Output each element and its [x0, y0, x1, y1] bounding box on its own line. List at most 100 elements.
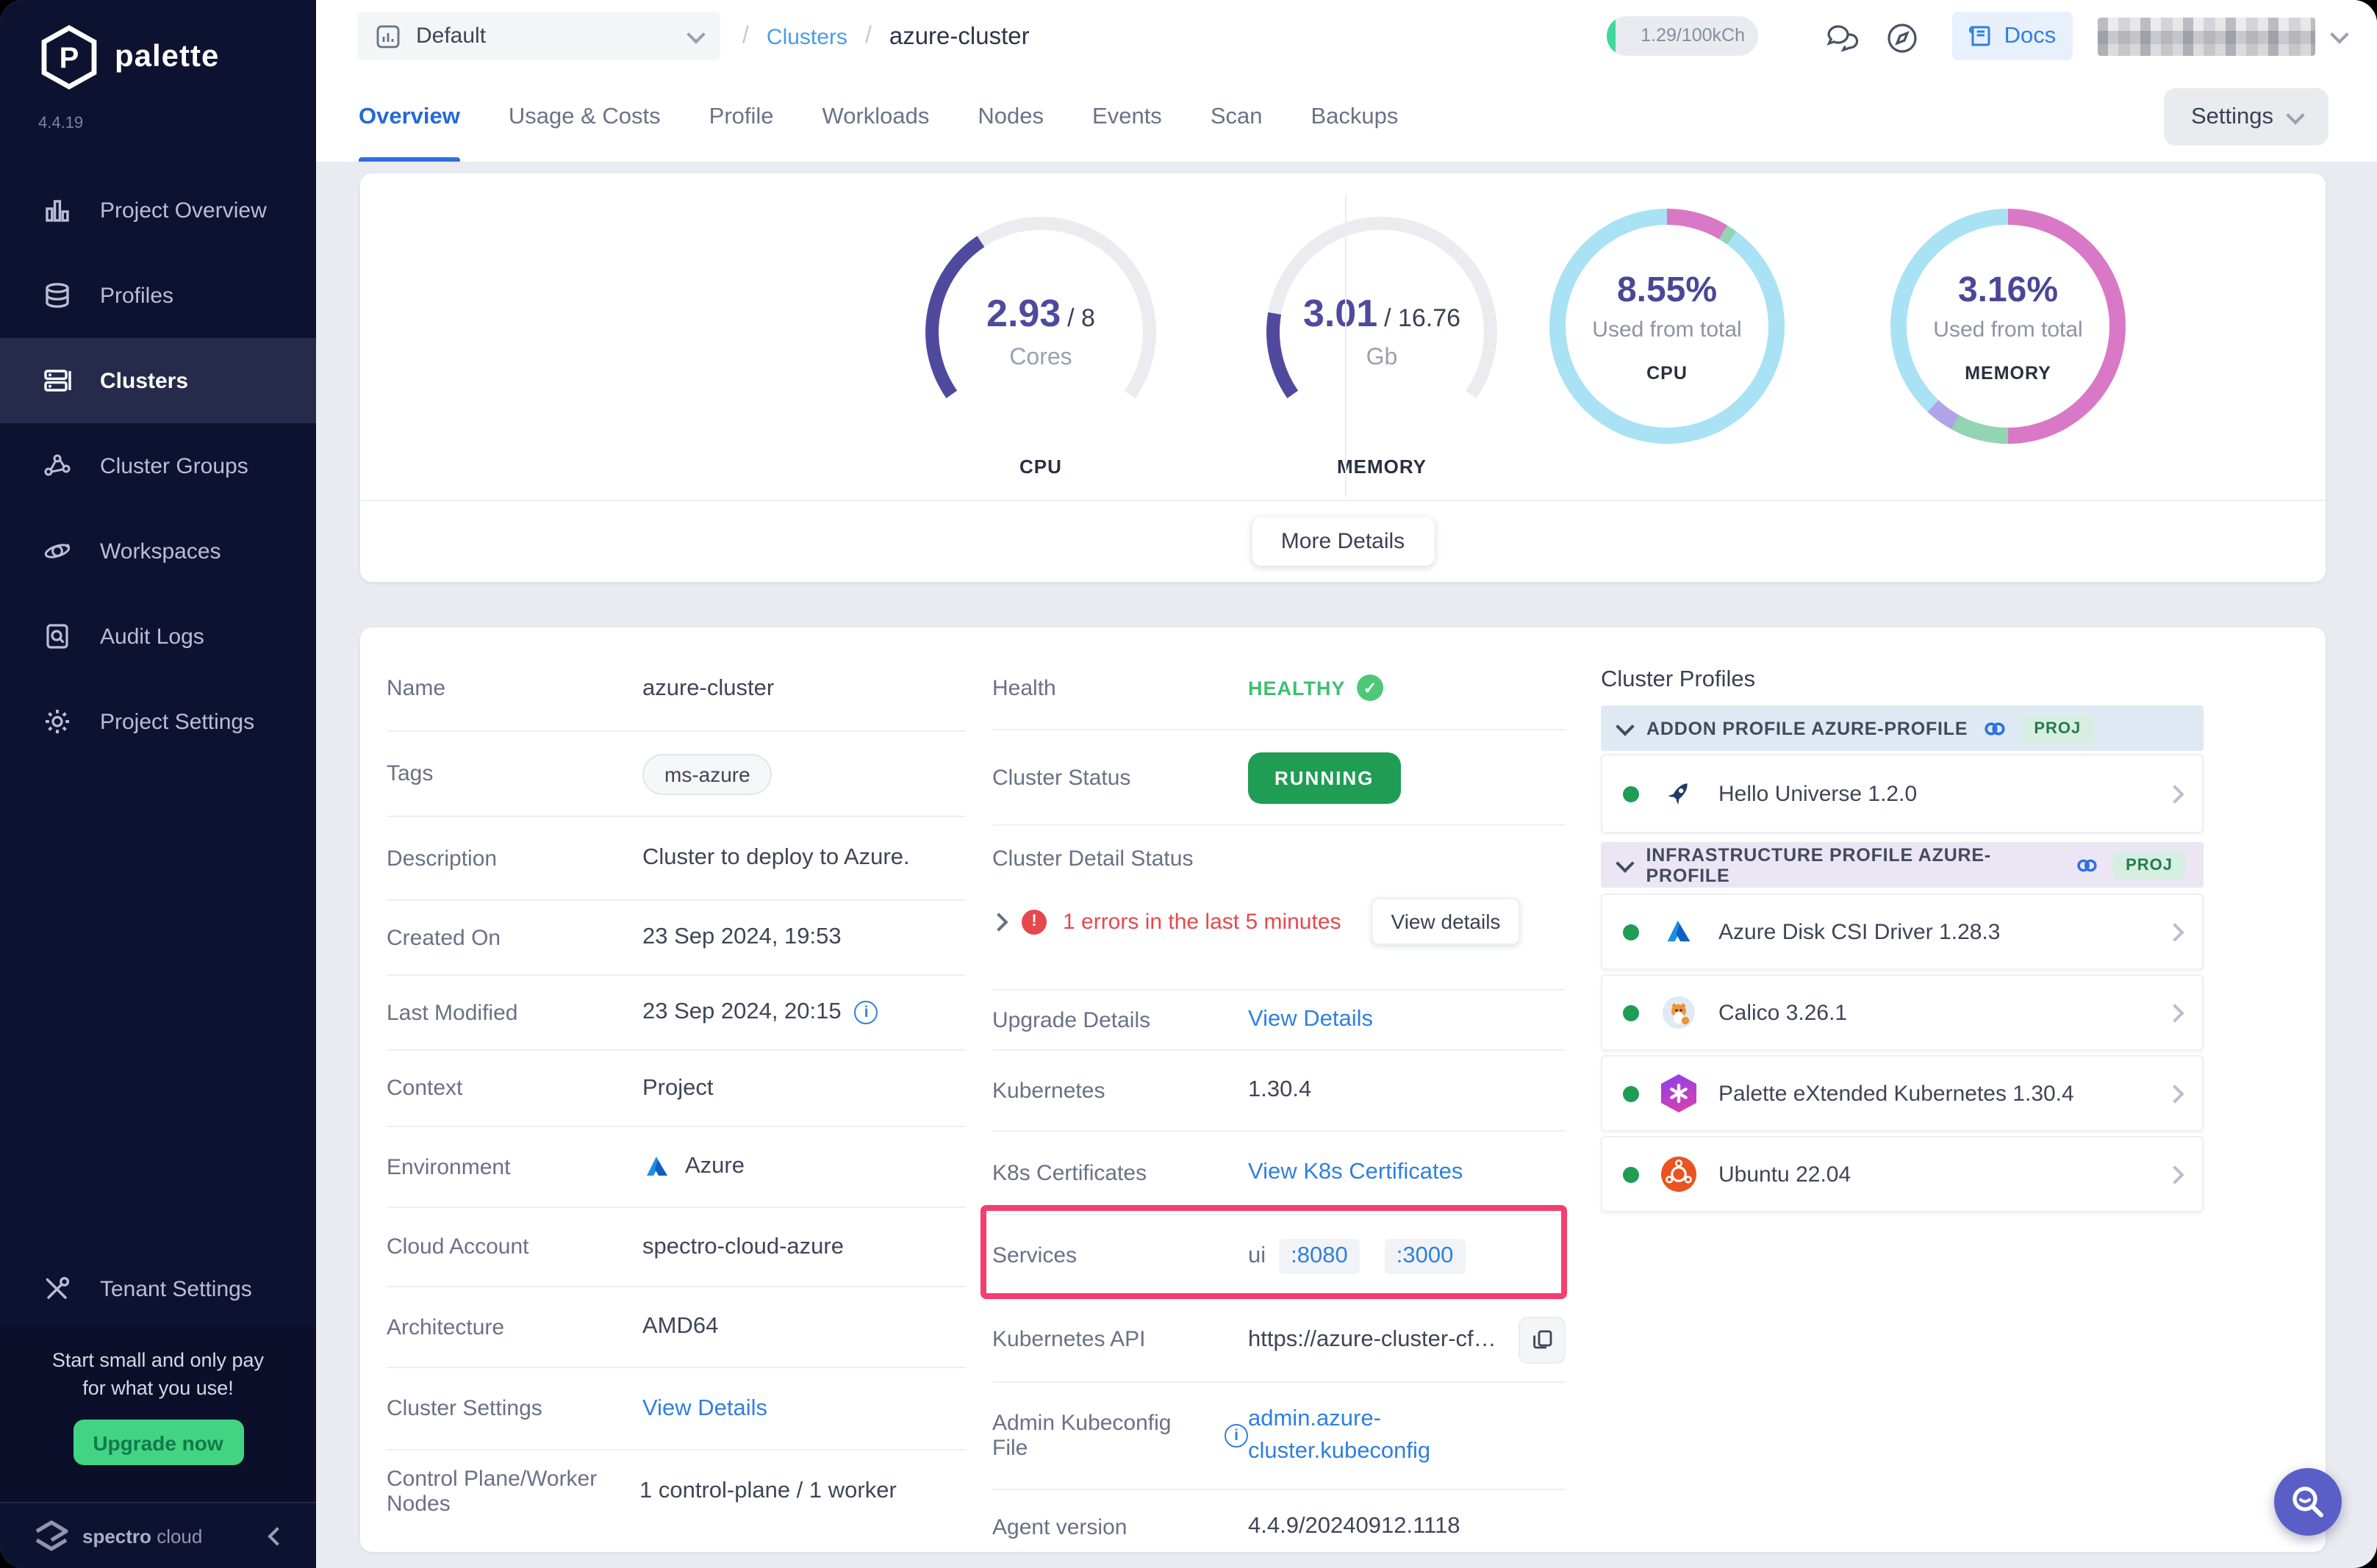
sidebar-item-project-settings[interactable]: Project Settings [0, 679, 316, 764]
expand-errors-icon[interactable] [989, 912, 1008, 930]
profile-item-hello-universe[interactable]: Hello Universe 1.2.0 [1601, 754, 2204, 833]
details-left-column: Name azure-cluster Tags ms-azure Descrip… [387, 647, 966, 1533]
breadcrumb-current: azure-cluster [889, 23, 1030, 51]
sidebar-item-label: Project Settings [100, 709, 254, 734]
upgrade-view-details-link[interactable]: View Details [1248, 1007, 1373, 1033]
sidebar-item-tenant-settings[interactable]: Tenant Settings [0, 1246, 316, 1331]
kubeconfig-file-link[interactable]: admin.azure-cluster.kubeconfig [1248, 1403, 1430, 1468]
service-port-8080-link[interactable]: :8080 [1279, 1238, 1360, 1273]
user-menu[interactable] [2098, 18, 2346, 56]
search-fab-button[interactable] [2274, 1468, 2342, 1536]
tab-usage-costs[interactable]: Usage & Costs [509, 73, 661, 162]
tab-backups[interactable]: Backups [1311, 73, 1399, 162]
profile-item-ubuntu[interactable]: Ubuntu 22.04 [1601, 1136, 2204, 1212]
sidebar-item-label: Tenant Settings [100, 1276, 252, 1301]
chevron-down-icon [2285, 105, 2303, 123]
profile-item-azure-disk-csi[interactable]: Azure Disk CSI Driver 1.28.3 [1601, 893, 2204, 970]
settings-button[interactable]: Settings [2164, 88, 2328, 145]
memory-gauge-total: / 16.76 [1384, 304, 1460, 332]
service-port-3000-link[interactable]: :3000 [1385, 1238, 1466, 1273]
upgrade-promo: Start small and only pay for what you us… [0, 1326, 316, 1502]
tab-scan[interactable]: Scan [1211, 73, 1263, 162]
more-details-button[interactable]: More Details [1252, 517, 1434, 566]
sidebar-footer: spectro cloud [0, 1502, 316, 1568]
info-icon[interactable]: i [1225, 1424, 1248, 1447]
bar-chart-icon [41, 194, 74, 226]
field-label: Cluster Settings [387, 1396, 642, 1421]
field-label: Cloud Account [387, 1234, 642, 1259]
created-value: 23 Sep 2024, 19:53 [642, 924, 842, 951]
user-name-redacted [2098, 18, 2315, 56]
cpu-gauge-unit: Cores [916, 345, 1166, 372]
chevron-right-icon [2165, 1165, 2184, 1183]
compass-icon[interactable] [1883, 19, 1921, 57]
view-error-details-button[interactable]: View details [1372, 898, 1520, 945]
field-label: Context [387, 1076, 642, 1101]
error-icon: ! [1022, 909, 1047, 934]
sidebar-item-workspaces[interactable]: Workspaces [0, 508, 316, 594]
sidebar-item-label: Project Overview [100, 198, 267, 223]
field-label: Environment [387, 1154, 642, 1179]
project-selector[interactable]: Default [357, 12, 720, 60]
tab-nodes[interactable]: Nodes [978, 73, 1044, 162]
sidebar: P palette 4.4.19 Project Overview Profil… [0, 0, 316, 1568]
field-label: Services [992, 1243, 1248, 1268]
memory-gauge-unit: Gb [1257, 345, 1507, 372]
tab-workloads[interactable]: Workloads [822, 73, 930, 162]
running-status-badge[interactable]: RUNNING [1248, 752, 1400, 803]
chat-icon[interactable] [1824, 19, 1862, 57]
copy-icon[interactable] [1519, 1316, 1566, 1363]
tab-profile[interactable]: Profile [709, 73, 774, 162]
sidebar-item-label: Cluster Groups [100, 453, 248, 478]
docs-button[interactable]: Docs [1952, 12, 2073, 60]
profile-item-label: Azure Disk CSI Driver 1.28.3 [1718, 919, 2148, 944]
addon-profile-header[interactable]: ADDON PROFILE AZURE-PROFILE PROJ [1601, 705, 2204, 751]
search-smile-icon [2289, 1483, 2327, 1521]
cluster-detail-status-row: Cluster Detail Status ! 1 errors in the … [992, 824, 1566, 989]
azure-icon [1660, 913, 1698, 951]
collapse-sidebar-icon[interactable] [268, 1526, 286, 1544]
cluster-settings-view-details-link[interactable]: View Details [642, 1395, 767, 1422]
link-icon [1982, 716, 2006, 740]
promo-text: Start small and only pay for what you us… [0, 1346, 316, 1402]
cluster-tabs: Overview Usage & Costs Profile Workloads… [359, 73, 1398, 162]
sidebar-item-label: Clusters [100, 368, 188, 393]
sidebar-item-clusters[interactable]: Clusters [0, 338, 316, 423]
profile-item-pxk[interactable]: Palette eXtended Kubernetes 1.30.4 [1601, 1055, 2204, 1132]
upgrade-now-button[interactable]: Upgrade now [73, 1420, 243, 1465]
sidebar-item-cluster-groups[interactable]: Cluster Groups [0, 423, 316, 508]
tab-overview[interactable]: Overview [359, 73, 460, 162]
cpu-gauge: 2.93 / 8 Cores CPU [916, 215, 1166, 478]
status-dot [1623, 924, 1639, 940]
cluster-profiles-title: Cluster Profiles [1601, 667, 2204, 694]
footer-brand: spectro cloud [82, 1525, 202, 1547]
health-row: Health HEALTHY✓ [992, 647, 1566, 729]
layers-icon [41, 279, 74, 312]
breadcrumb-clusters-link[interactable]: Clusters [767, 24, 847, 49]
profile-item-label: Ubuntu 22.04 [1718, 1162, 2148, 1187]
status-dot [1623, 785, 1639, 802]
chevron-down-icon [1616, 716, 1634, 735]
link-icon [2075, 853, 2098, 877]
tab-events[interactable]: Events [1092, 73, 1162, 162]
context-value: Project [642, 1075, 714, 1101]
info-icon[interactable]: i [855, 1001, 878, 1024]
healthy-check-icon: ✓ [1358, 675, 1384, 701]
status-dot [1623, 1004, 1639, 1021]
sidebar-item-audit-logs[interactable]: Audit Logs [0, 594, 316, 679]
book-icon [1969, 24, 1994, 48]
cloud-account-row: Cloud Account spectro-cloud-azure [387, 1206, 966, 1286]
chevron-down-icon [1616, 853, 1634, 871]
services-row: Services ui :8080 :3000 [992, 1214, 1566, 1296]
view-k8s-certificates-link[interactable]: View K8s Certificates [1248, 1159, 1463, 1186]
sidebar-item-project-overview[interactable]: Project Overview [0, 168, 316, 253]
field-label: Health [992, 675, 1248, 700]
usage-meter-value: 1.29/100kCh [1641, 25, 1745, 46]
field-label: Last Modified [387, 1000, 642, 1025]
sidebar-item-profiles[interactable]: Profiles [0, 253, 316, 338]
usage-meter-fill [1607, 16, 1616, 56]
infrastructure-profile-header[interactable]: INFRASTRUCTURE PROFILE AZURE-PROFILE PRO… [1601, 842, 2204, 888]
utilization-card: 2.93 / 8 Cores CPU 3.01 / 16.76 Gb MEMOR… [360, 173, 2326, 582]
brand-name: palette [115, 40, 219, 75]
profile-item-calico[interactable]: Calico 3.26.1 [1601, 974, 2204, 1051]
